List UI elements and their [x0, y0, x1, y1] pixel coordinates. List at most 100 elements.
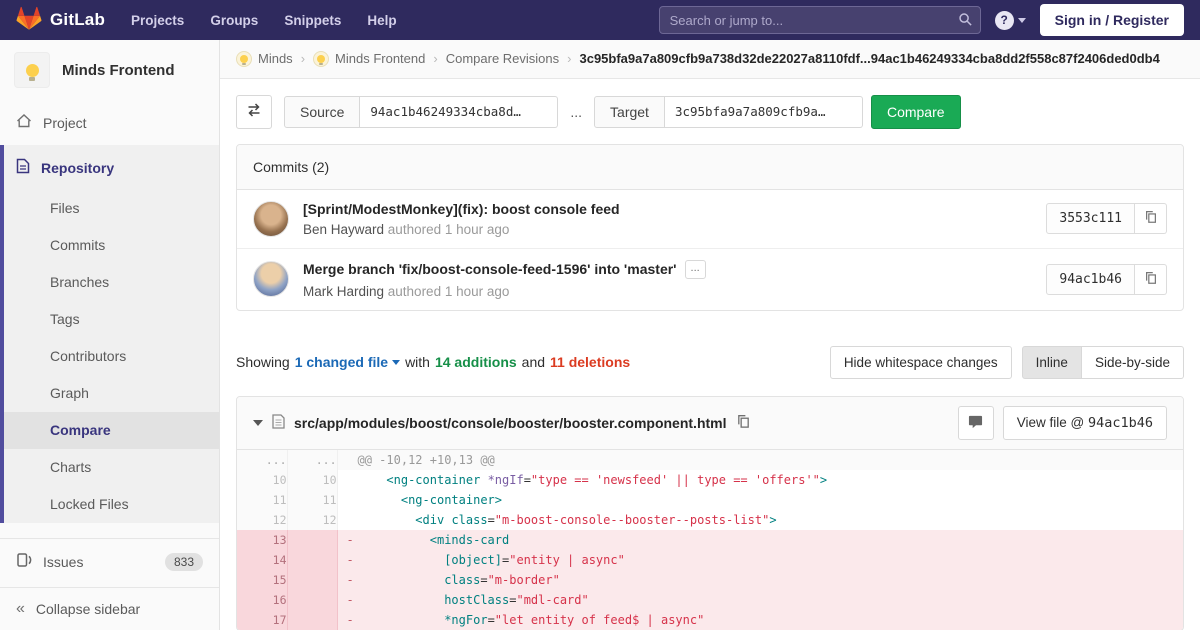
commit-sha-group: 3553c111	[1046, 203, 1167, 235]
diff-new-line-number[interactable]: 10	[287, 469, 338, 490]
diff-new-line-number[interactable]: ...	[287, 449, 338, 470]
commit-info: Merge branch 'fix/boost-console-feed-159…	[303, 259, 1046, 299]
gitlab-tanuki-icon	[16, 6, 42, 34]
lightbulb-icon	[317, 54, 326, 66]
diff-old-line-number[interactable]: 11	[237, 489, 288, 510]
nav-link-projects[interactable]: Projects	[131, 13, 184, 28]
chevron-down-icon	[392, 359, 401, 365]
breadcrumb-avatar	[236, 50, 252, 67]
nav-link-help[interactable]: Help	[367, 13, 396, 28]
breadcrumb-separator: ›	[433, 51, 438, 67]
sidebar-item-charts[interactable]: Charts	[4, 449, 219, 486]
repo-subitems: Files Commits Branches Tags Contributors Grap…	[4, 190, 219, 523]
diff-line-content: - [object]="entity | async"	[337, 549, 1183, 570]
diff-old-line-number[interactable]: 16	[237, 589, 288, 610]
sidebar-item-graph[interactable]: Graph	[4, 375, 219, 412]
diff-line-content: <div class="m-boost-console--booster--po…	[415, 512, 777, 527]
diff-old-line-number[interactable]: 13	[237, 529, 288, 550]
diff-new-line-number[interactable]	[287, 549, 338, 570]
diff-new-line-number[interactable]: 11	[287, 489, 338, 510]
gitlab-brand[interactable]: GitLab	[16, 6, 105, 34]
source-input[interactable]	[360, 95, 559, 128]
commit-author[interactable]: Mark Harding	[303, 284, 384, 299]
diff-file-path[interactable]: src/app/modules/boost/console/booster/bo…	[294, 415, 727, 431]
breadcrumb-separator: ›	[567, 51, 572, 67]
search-input[interactable]	[658, 6, 981, 34]
double-chevron-left-icon: «	[16, 600, 25, 617]
breadcrumb-link-minds-frontend[interactable]: Minds Frontend	[313, 50, 425, 67]
commit-info: [Sprint/ModestMonkey](fix): boost consol…	[303, 201, 1046, 237]
sidebar-item-label: Issues	[43, 553, 84, 570]
commits-panel-title: Commits (2)	[237, 144, 1183, 190]
top-navbar: GitLab Projects Groups Snippets Help ? Sign…	[0, 0, 1200, 40]
target-group: Target	[594, 95, 863, 128]
inline-view-button[interactable]: Inline	[1021, 345, 1082, 379]
diff-old-line-number[interactable]: 10	[237, 469, 288, 490]
compare-button[interactable]: Compare	[870, 94, 961, 129]
diff-lines: ...... @@ -10,12 +10,13 @@ 10 10 <ng-contai…	[237, 449, 1183, 630]
lightbulb-icon	[25, 63, 39, 81]
breadcrumb-link-minds[interactable]: Minds	[236, 50, 293, 67]
diff-new-line-number[interactable]	[287, 529, 338, 550]
hide-whitespace-button[interactable]: Hide whitespace changes	[829, 345, 1012, 379]
copy-icon	[1144, 210, 1158, 227]
sidebar-item-locked-files[interactable]: Locked Files	[4, 486, 219, 523]
home-icon	[16, 113, 32, 132]
diff-line-sign: -	[346, 532, 354, 547]
target-label: Target	[594, 95, 665, 128]
swap-revisions-button[interactable]	[236, 94, 272, 129]
diff-new-line-number[interactable]	[287, 589, 338, 610]
collapse-sidebar-button[interactable]: « Collapse sidebar	[0, 587, 219, 630]
nav-link-snippets[interactable]: Snippets	[284, 13, 341, 28]
diff-line: 17 - *ngFor="let entity of feed$ | async"	[237, 609, 1183, 630]
changed-files-dropdown[interactable]: 1 changed file	[295, 354, 401, 370]
sidebar-item-repository[interactable]: Repository	[4, 145, 219, 190]
search-icon[interactable]	[958, 12, 973, 30]
project-context[interactable]: Minds Frontend	[0, 40, 219, 100]
help-menu[interactable]: ?	[994, 10, 1026, 30]
diff-new-line-number[interactable]	[287, 569, 338, 590]
sidebar-item-files[interactable]: Files	[4, 190, 219, 227]
diff-line-content: - <minds-card	[337, 529, 1183, 550]
side-by-side-view-button[interactable]: Side-by-side	[1081, 345, 1184, 379]
diff-line-sign: -	[346, 552, 354, 567]
commit-title[interactable]: [Sprint/ModestMonkey](fix): boost consol…	[303, 201, 620, 217]
lightbulb-icon	[240, 54, 248, 66]
target-input[interactable]	[664, 95, 863, 128]
commit-row: [Sprint/ModestMonkey](fix): boost consol…	[237, 190, 1183, 248]
sidebar-item-tags[interactable]: Tags	[4, 301, 219, 338]
help-icon: ?	[994, 10, 1014, 30]
collapse-diff-caret[interactable]	[253, 419, 263, 426]
diff-line: 13 - <minds-card	[237, 529, 1183, 550]
copy-path-button[interactable]	[736, 414, 751, 432]
diff-new-line-number[interactable]	[287, 609, 338, 630]
sidebar-item-branches[interactable]: Branches	[4, 264, 219, 301]
commit-list: [Sprint/ModestMonkey](fix): boost consol…	[237, 190, 1183, 310]
diff-old-line-number[interactable]: 12	[237, 509, 288, 530]
sidebar-item-commits[interactable]: Commits	[4, 227, 219, 264]
commit-meta: Ben Hayward authored 1 hour ago	[303, 221, 510, 237]
diff-old-line-number[interactable]: ...	[237, 449, 288, 470]
diff-new-line-number[interactable]: 12	[287, 509, 338, 530]
commit-row: Merge branch 'fix/boost-console-feed-159…	[237, 247, 1183, 310]
breadcrumb-link-compare-revisions[interactable]: Compare Revisions	[446, 51, 559, 66]
sidebar-item-label: Project	[43, 114, 87, 131]
commit-author[interactable]: Ben Hayward	[303, 222, 384, 237]
sign-in-button[interactable]: Sign in / Register	[1039, 4, 1184, 36]
sidebar-item-project[interactable]: Project	[0, 100, 219, 145]
diff-line-content: - *ngFor="let entity of feed$ | async"	[337, 609, 1183, 630]
sidebar-item-issues[interactable]: Issues 833	[0, 538, 219, 584]
copy-sha-button[interactable]	[1135, 203, 1167, 235]
diff-old-line-number[interactable]: 14	[237, 549, 288, 570]
nav-link-groups[interactable]: Groups	[210, 13, 258, 28]
sidebar-item-compare[interactable]: Compare	[4, 412, 219, 449]
diff-old-line-number[interactable]: 17	[237, 609, 288, 630]
diff-old-line-number[interactable]: 15	[237, 569, 288, 590]
toggle-comments-button[interactable]	[957, 405, 994, 440]
expand-commit-message-button[interactable]: ...	[684, 259, 706, 279]
sidebar-item-contributors[interactable]: Contributors	[4, 338, 219, 375]
diff-line-content: @@ -10,12 +10,13 @@	[337, 449, 1183, 470]
commit-title[interactable]: Merge branch 'fix/boost-console-feed-159…	[303, 261, 677, 277]
copy-sha-button[interactable]	[1135, 263, 1167, 295]
view-file-button[interactable]: View file @ 94ac1b46	[1002, 405, 1167, 440]
